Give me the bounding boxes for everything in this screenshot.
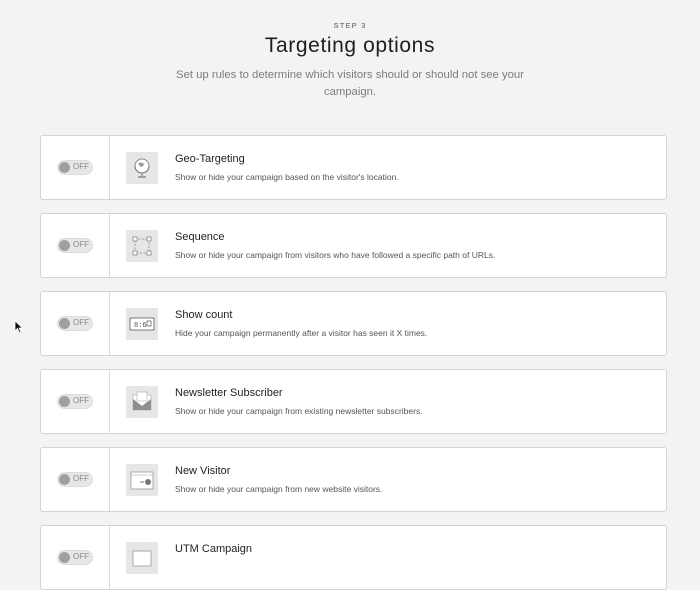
toggle-state-label: OFF: [73, 162, 89, 171]
toggle-knob: [59, 552, 70, 563]
option-title: New Visitor: [175, 465, 231, 477]
new-visitor-icon: [126, 464, 158, 496]
option-title: Show count: [175, 309, 233, 321]
option-title: Newsletter Subscriber: [175, 387, 283, 399]
option-description: Hide your campaign permanently after a v…: [175, 328, 428, 338]
toggle-cell: OFF: [41, 370, 110, 433]
toggle-state-label: OFF: [73, 240, 89, 249]
option-card-sequence: OFF Sequence Show or hide your campaign …: [40, 213, 667, 278]
geo-targeting-toggle[interactable]: OFF: [57, 160, 93, 175]
option-card-utm-campaign: OFF UTM Campaign: [40, 525, 667, 590]
toggle-cell: OFF: [41, 526, 110, 589]
utm-campaign-toggle[interactable]: OFF: [57, 550, 93, 565]
toggle-knob: [59, 396, 70, 407]
globe-icon: [126, 152, 158, 184]
option-title: UTM Campaign: [175, 543, 253, 555]
toggle-knob: [59, 318, 70, 329]
sequence-toggle[interactable]: OFF: [57, 238, 93, 253]
toggle-cell: OFF: [41, 292, 110, 355]
option-description: Show or hide your campaign from existing…: [175, 406, 423, 416]
option-description: Show or hide your campaign based on the …: [175, 172, 399, 182]
toggle-cell: OFF: [41, 214, 110, 277]
toggle-knob: [59, 474, 70, 485]
mouse-cursor-icon: [14, 320, 24, 339]
option-title: Geo-Targeting: [175, 153, 245, 165]
newsletter-subscriber-toggle[interactable]: OFF: [57, 394, 93, 409]
envelope-icon: [126, 386, 158, 418]
toggle-cell: OFF: [41, 136, 110, 199]
toggle-cell: OFF: [41, 448, 110, 511]
counter-icon-text: 8:6: [134, 322, 147, 330]
new-visitor-toggle[interactable]: OFF: [57, 472, 93, 487]
utm-icon: [126, 542, 158, 574]
option-card-show-count: OFF 8:6 Show count Hide your campaign pe…: [40, 291, 667, 356]
toggle-state-label: OFF: [73, 474, 89, 483]
toggle-knob: [59, 240, 70, 251]
option-title: Sequence: [175, 231, 225, 243]
page-subtitle: Set up rules to determine which visitors…: [0, 67, 700, 101]
show-count-toggle[interactable]: OFF: [57, 316, 93, 331]
sequence-icon: [126, 230, 158, 262]
counter-icon: 8:6: [126, 308, 158, 340]
page-subtitle-text: Set up rules to determine which visitors…: [176, 69, 524, 98]
toggle-state-label: OFF: [73, 318, 89, 327]
option-card-new-visitor: OFF New Visitor Show or hide your campai…: [40, 447, 667, 512]
page-title: Targeting options: [264, 34, 436, 57]
option-card-geo-targeting: OFF Geo-Targeting Show or hide your camp…: [40, 135, 667, 200]
toggle-state-label: OFF: [73, 552, 89, 561]
option-card-newsletter-subscriber: OFF Newsletter Subscriber Show or hide y…: [40, 369, 667, 434]
step-label: STEP 3: [333, 21, 367, 30]
toggle-knob: [59, 162, 70, 173]
option-description: Show or hide your campaign from new webs…: [175, 484, 383, 494]
toggle-state-label: OFF: [73, 396, 89, 405]
option-description: Show or hide your campaign from visitors…: [175, 250, 496, 260]
